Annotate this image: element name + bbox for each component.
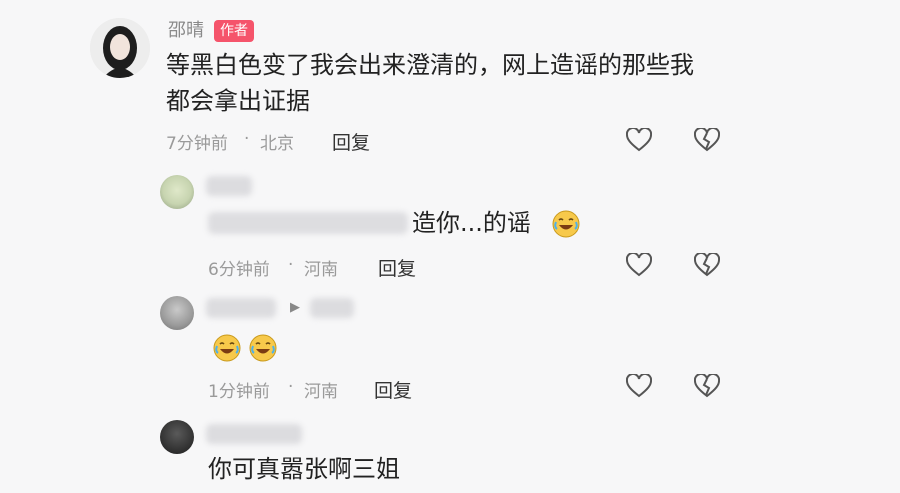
comment-location: 北京 [260, 134, 294, 154]
reply-button[interactable]: 回复 [378, 254, 416, 281]
laughing-tears-emoji [552, 210, 580, 238]
blurred-reply-target [310, 298, 354, 318]
reply-location: 河南 [304, 260, 338, 280]
broken-heart-icon[interactable] [694, 128, 720, 152]
blurred-mention [208, 212, 408, 234]
reply-button[interactable]: 回复 [374, 376, 412, 403]
laughing-tears-emoji [249, 334, 277, 362]
heart-outline-icon[interactable] [626, 128, 652, 152]
reply-text: 你可真嚣张啊三姐 [208, 455, 400, 483]
reply-time: 6分钟前 [208, 260, 270, 280]
meta-separator: · [288, 377, 294, 397]
laughing-tears-emoji [213, 334, 241, 362]
comment-text-line-2: 都会拿出证据 [166, 87, 310, 115]
meta-separator: · [288, 255, 294, 275]
comment-time: 7分钟前 [166, 134, 228, 154]
comment-text-line-1: 等黑白色变了我会出来澄清的，网上造谣的那些我 [166, 51, 694, 79]
meta-separator: · [244, 129, 250, 149]
author-name[interactable]: 邵晴 [168, 16, 204, 42]
heart-outline-icon[interactable] [626, 253, 652, 277]
blurred-username [206, 424, 302, 444]
blurred-username [206, 298, 276, 318]
reply-location: 河南 [304, 382, 338, 402]
author-badge: 作者 [214, 20, 254, 42]
reply-text: 造你...的谣 [412, 209, 531, 237]
reply-to-arrow: ▶ [290, 300, 300, 315]
heart-outline-icon[interactable] [626, 374, 652, 398]
author-avatar[interactable] [90, 18, 150, 78]
reply-avatar[interactable] [160, 175, 194, 209]
broken-heart-icon[interactable] [694, 374, 720, 398]
reply-time: 1分钟前 [208, 382, 270, 402]
broken-heart-icon[interactable] [694, 253, 720, 277]
reply-button[interactable]: 回复 [332, 128, 370, 155]
blurred-username [206, 176, 252, 196]
reply-avatar[interactable] [160, 420, 194, 454]
reply-avatar[interactable] [160, 296, 194, 330]
